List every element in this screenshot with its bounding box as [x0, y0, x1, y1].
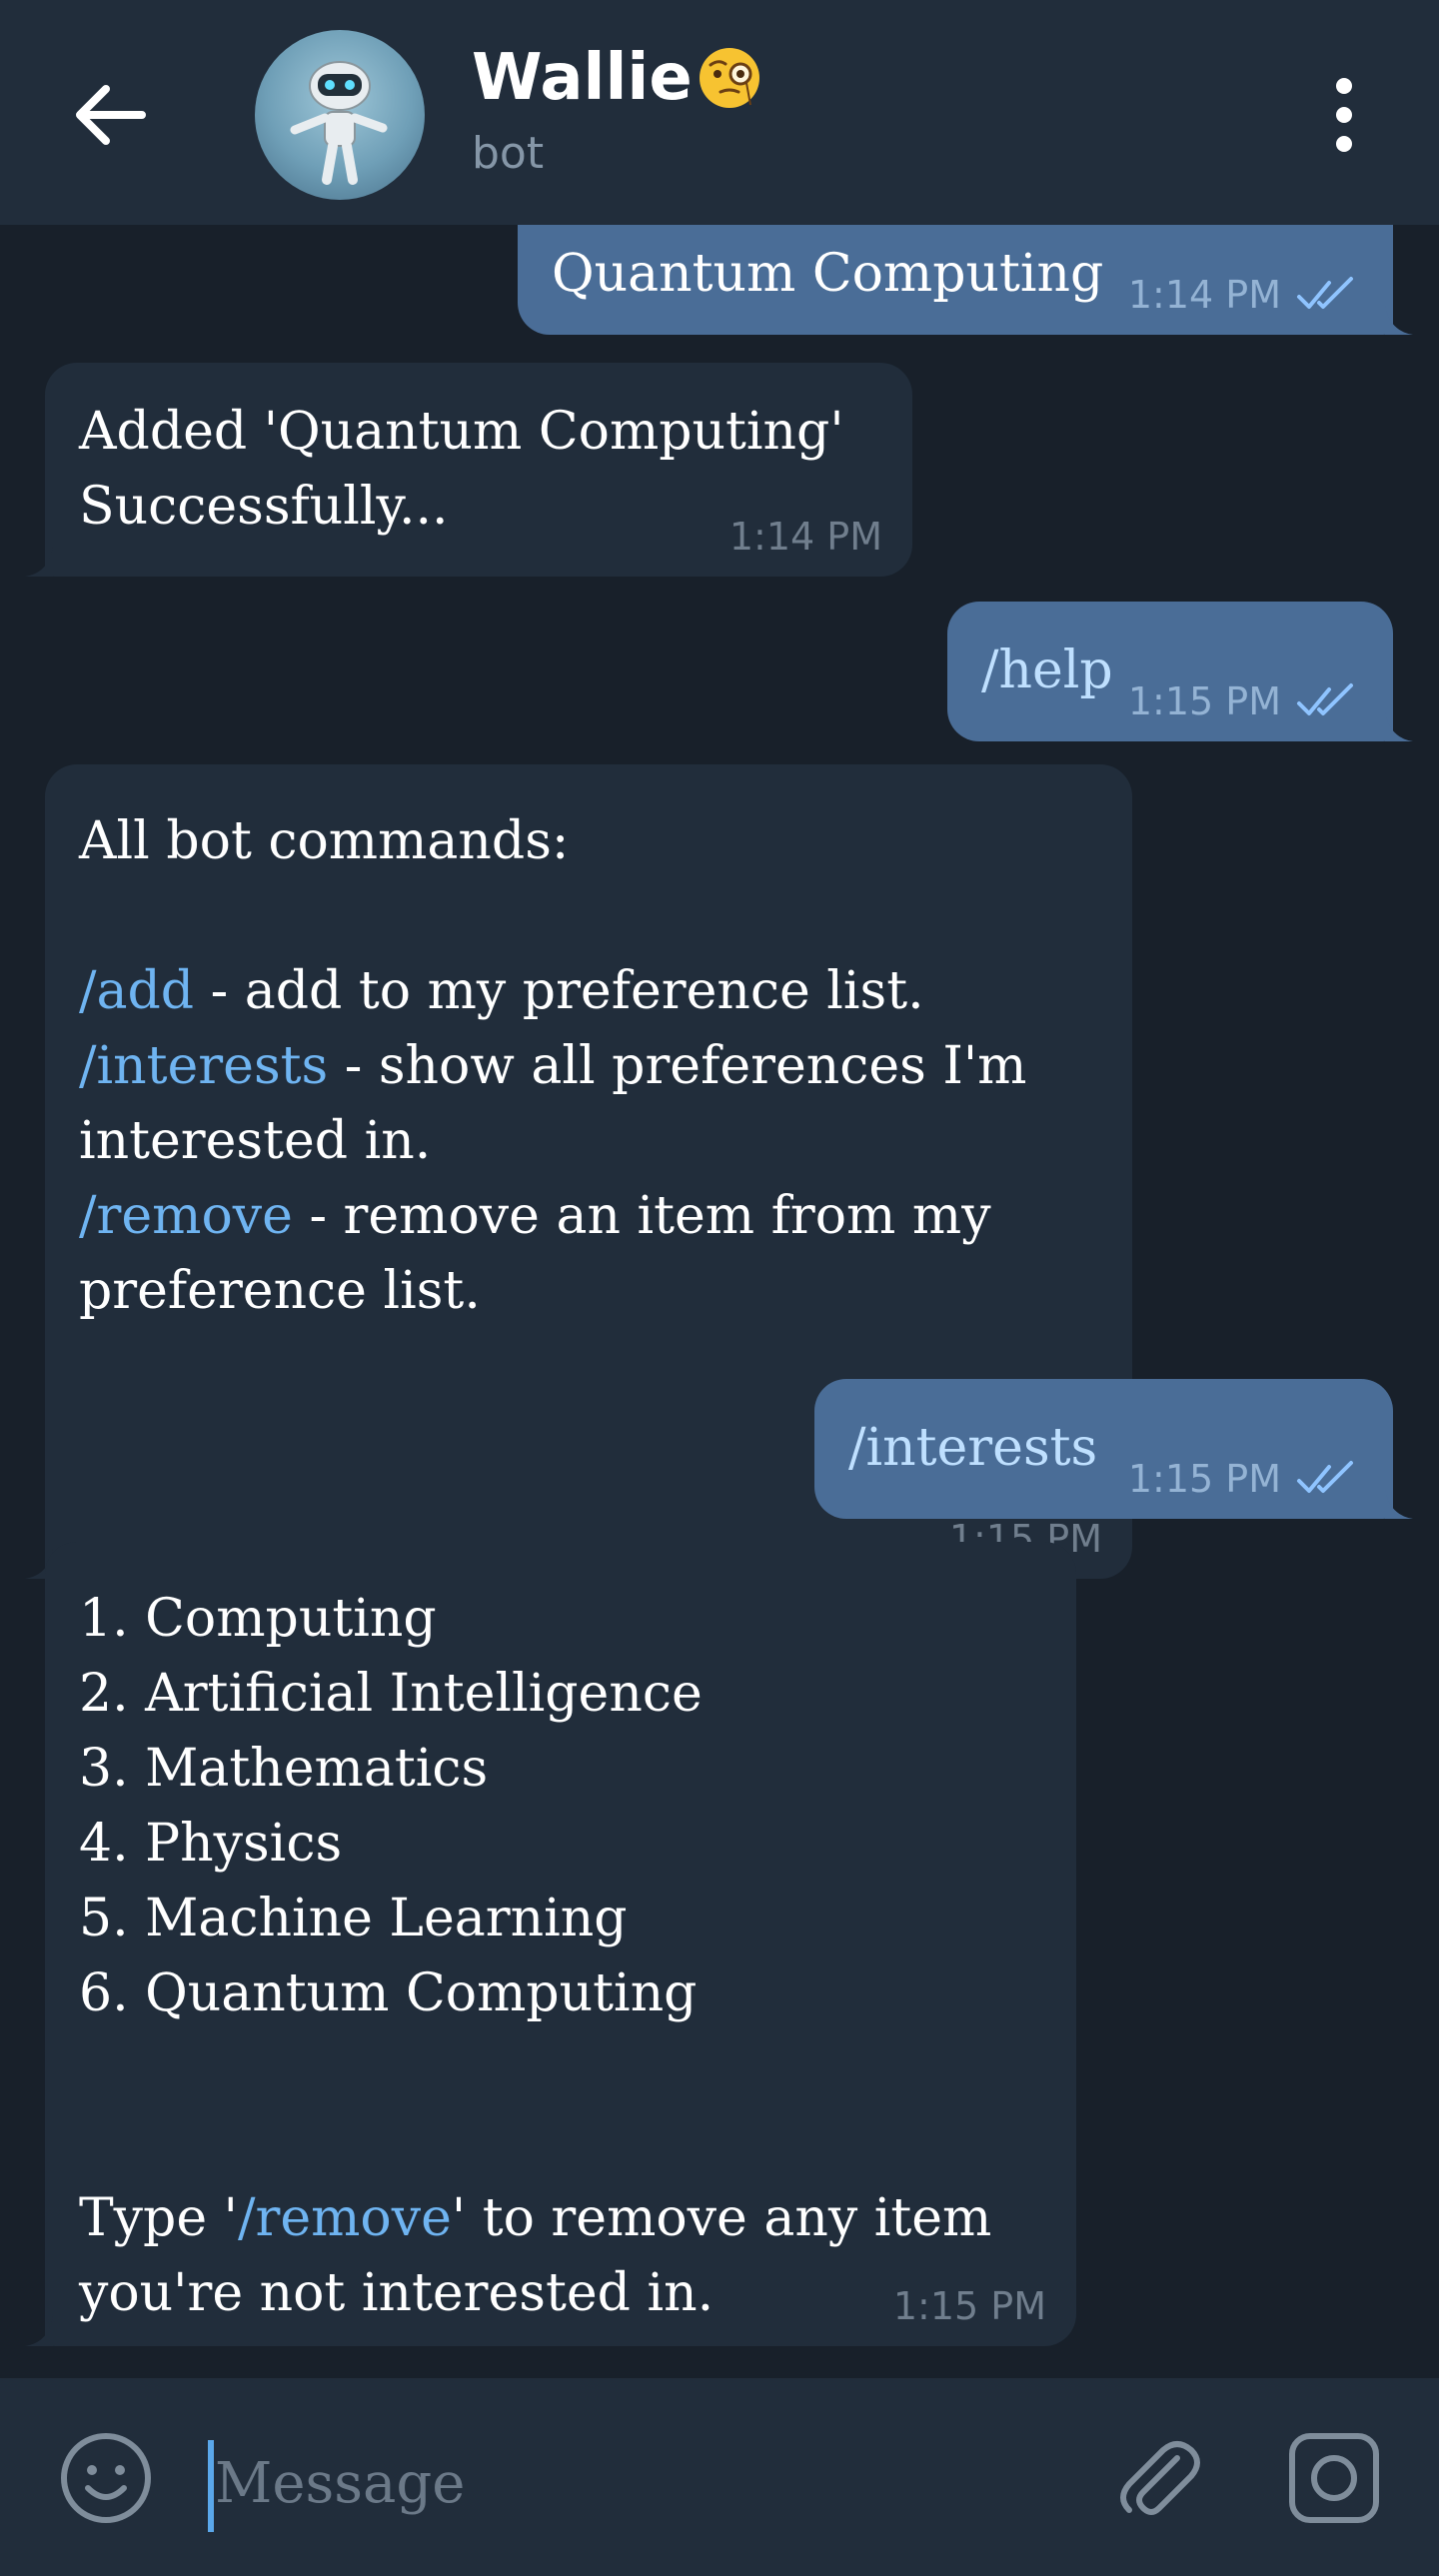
list-item: 3. Mathematics [79, 1739, 489, 1799]
list-item: 6. Quantum Computing [79, 1963, 698, 2023]
message-incoming[interactable]: 1. Computing 2. Artificial Intelligence … [25, 1542, 1076, 2346]
message-meta: 1:14 PM [1128, 275, 1363, 315]
emoji-button[interactable] [58, 2430, 154, 2526]
command-row: /remove - remove an item from my [79, 1179, 1098, 1254]
message-time: 1:15 PM [1127, 1457, 1281, 1501]
message-outgoing[interactable]: Quantum Computing 1:14 PM [518, 225, 1413, 335]
message-meta: 1:15 PM [893, 2286, 1046, 2326]
message-list[interactable]: Quantum Computing 1:14 PM Added 'Quantum… [0, 225, 1439, 2378]
footer-text: Type ' [79, 2188, 238, 2248]
command-description-continued: preference list. [79, 1261, 481, 1321]
smiley-icon [61, 2433, 151, 2523]
paperclip-icon [1120, 2441, 1200, 2515]
message-time: 1:14 PM [728, 515, 882, 559]
more-options-button[interactable] [1317, 70, 1371, 160]
more-vertical-icon [1336, 78, 1352, 152]
command-link[interactable]: /remove [238, 2188, 452, 2248]
bubble-tail [1385, 305, 1413, 335]
message-meta: 1:15 PM [1128, 1459, 1363, 1499]
robot-avatar-icon [290, 61, 388, 185]
back-button[interactable] [60, 65, 160, 165]
list-item: 1. Computing [79, 1589, 437, 1649]
list-item: 5. Machine Learning [79, 1889, 628, 1948]
chat-subtitle: bot [472, 128, 545, 179]
command-description: - add to my preference list. [194, 961, 924, 1021]
message-time: 1:15 PM [1127, 679, 1281, 723]
message-outgoing[interactable]: /help 1:15 PM [947, 602, 1413, 741]
camera-button[interactable] [1284, 2428, 1384, 2528]
message-composer [0, 2378, 1439, 2576]
monocle-face-emoji-icon [699, 48, 759, 108]
bubble-tail [25, 547, 53, 577]
command-description-continued: interested in. [79, 1111, 432, 1171]
bubble-tail [25, 2316, 53, 2346]
message-meta: 1:15 PM [1128, 681, 1363, 721]
arrow-left-icon [76, 85, 146, 145]
footer-text: ' to remove any item [451, 2188, 992, 2248]
avatar[interactable] [255, 30, 425, 200]
message-time: 1:15 PM [892, 2284, 1046, 2328]
footer-line: Type '/remove' to remove any item [79, 2181, 1042, 2256]
message-time: 1:14 PM [1127, 273, 1281, 317]
command-row: /add - add to my preference list. [79, 954, 1098, 1029]
double-check-icon [1297, 1461, 1353, 1493]
bubble-tail [1385, 1489, 1413, 1519]
command-row: /interests - show all preferences I'm [79, 1029, 1098, 1104]
chat-header: Wallie bot [0, 0, 1439, 225]
command-link[interactable]: /interests [79, 1036, 328, 1096]
text-cursor [208, 2440, 214, 2532]
command-description: - remove an item from my [292, 1186, 991, 1246]
bubble-tail [1385, 711, 1413, 741]
command-link[interactable]: /remove [79, 1186, 293, 1246]
command-description: - show all preferences I'm [328, 1036, 1027, 1096]
list-item: 4. Physics [79, 1814, 343, 1874]
camera-icon [1289, 2433, 1379, 2523]
double-check-icon [1297, 277, 1353, 309]
message-line: All bot commands: [79, 811, 570, 871]
message-meta: 1:14 PM [729, 517, 882, 557]
list-item: 2. Artificial Intelligence [79, 1664, 703, 1724]
message-outgoing[interactable]: /interests 1:15 PM [814, 1379, 1413, 1519]
chat-title: Wallie [472, 41, 693, 115]
attach-button[interactable] [1107, 2428, 1207, 2528]
message-incoming[interactable]: Added 'Quantum Computing' Successfully..… [25, 363, 912, 577]
double-check-icon [1297, 683, 1353, 715]
command-link[interactable]: /add [79, 961, 194, 1021]
message-input[interactable] [215, 2428, 1074, 2538]
message-line: Added 'Quantum Computing' [79, 402, 844, 462]
chat-title-row[interactable]: Wallie [472, 38, 762, 118]
